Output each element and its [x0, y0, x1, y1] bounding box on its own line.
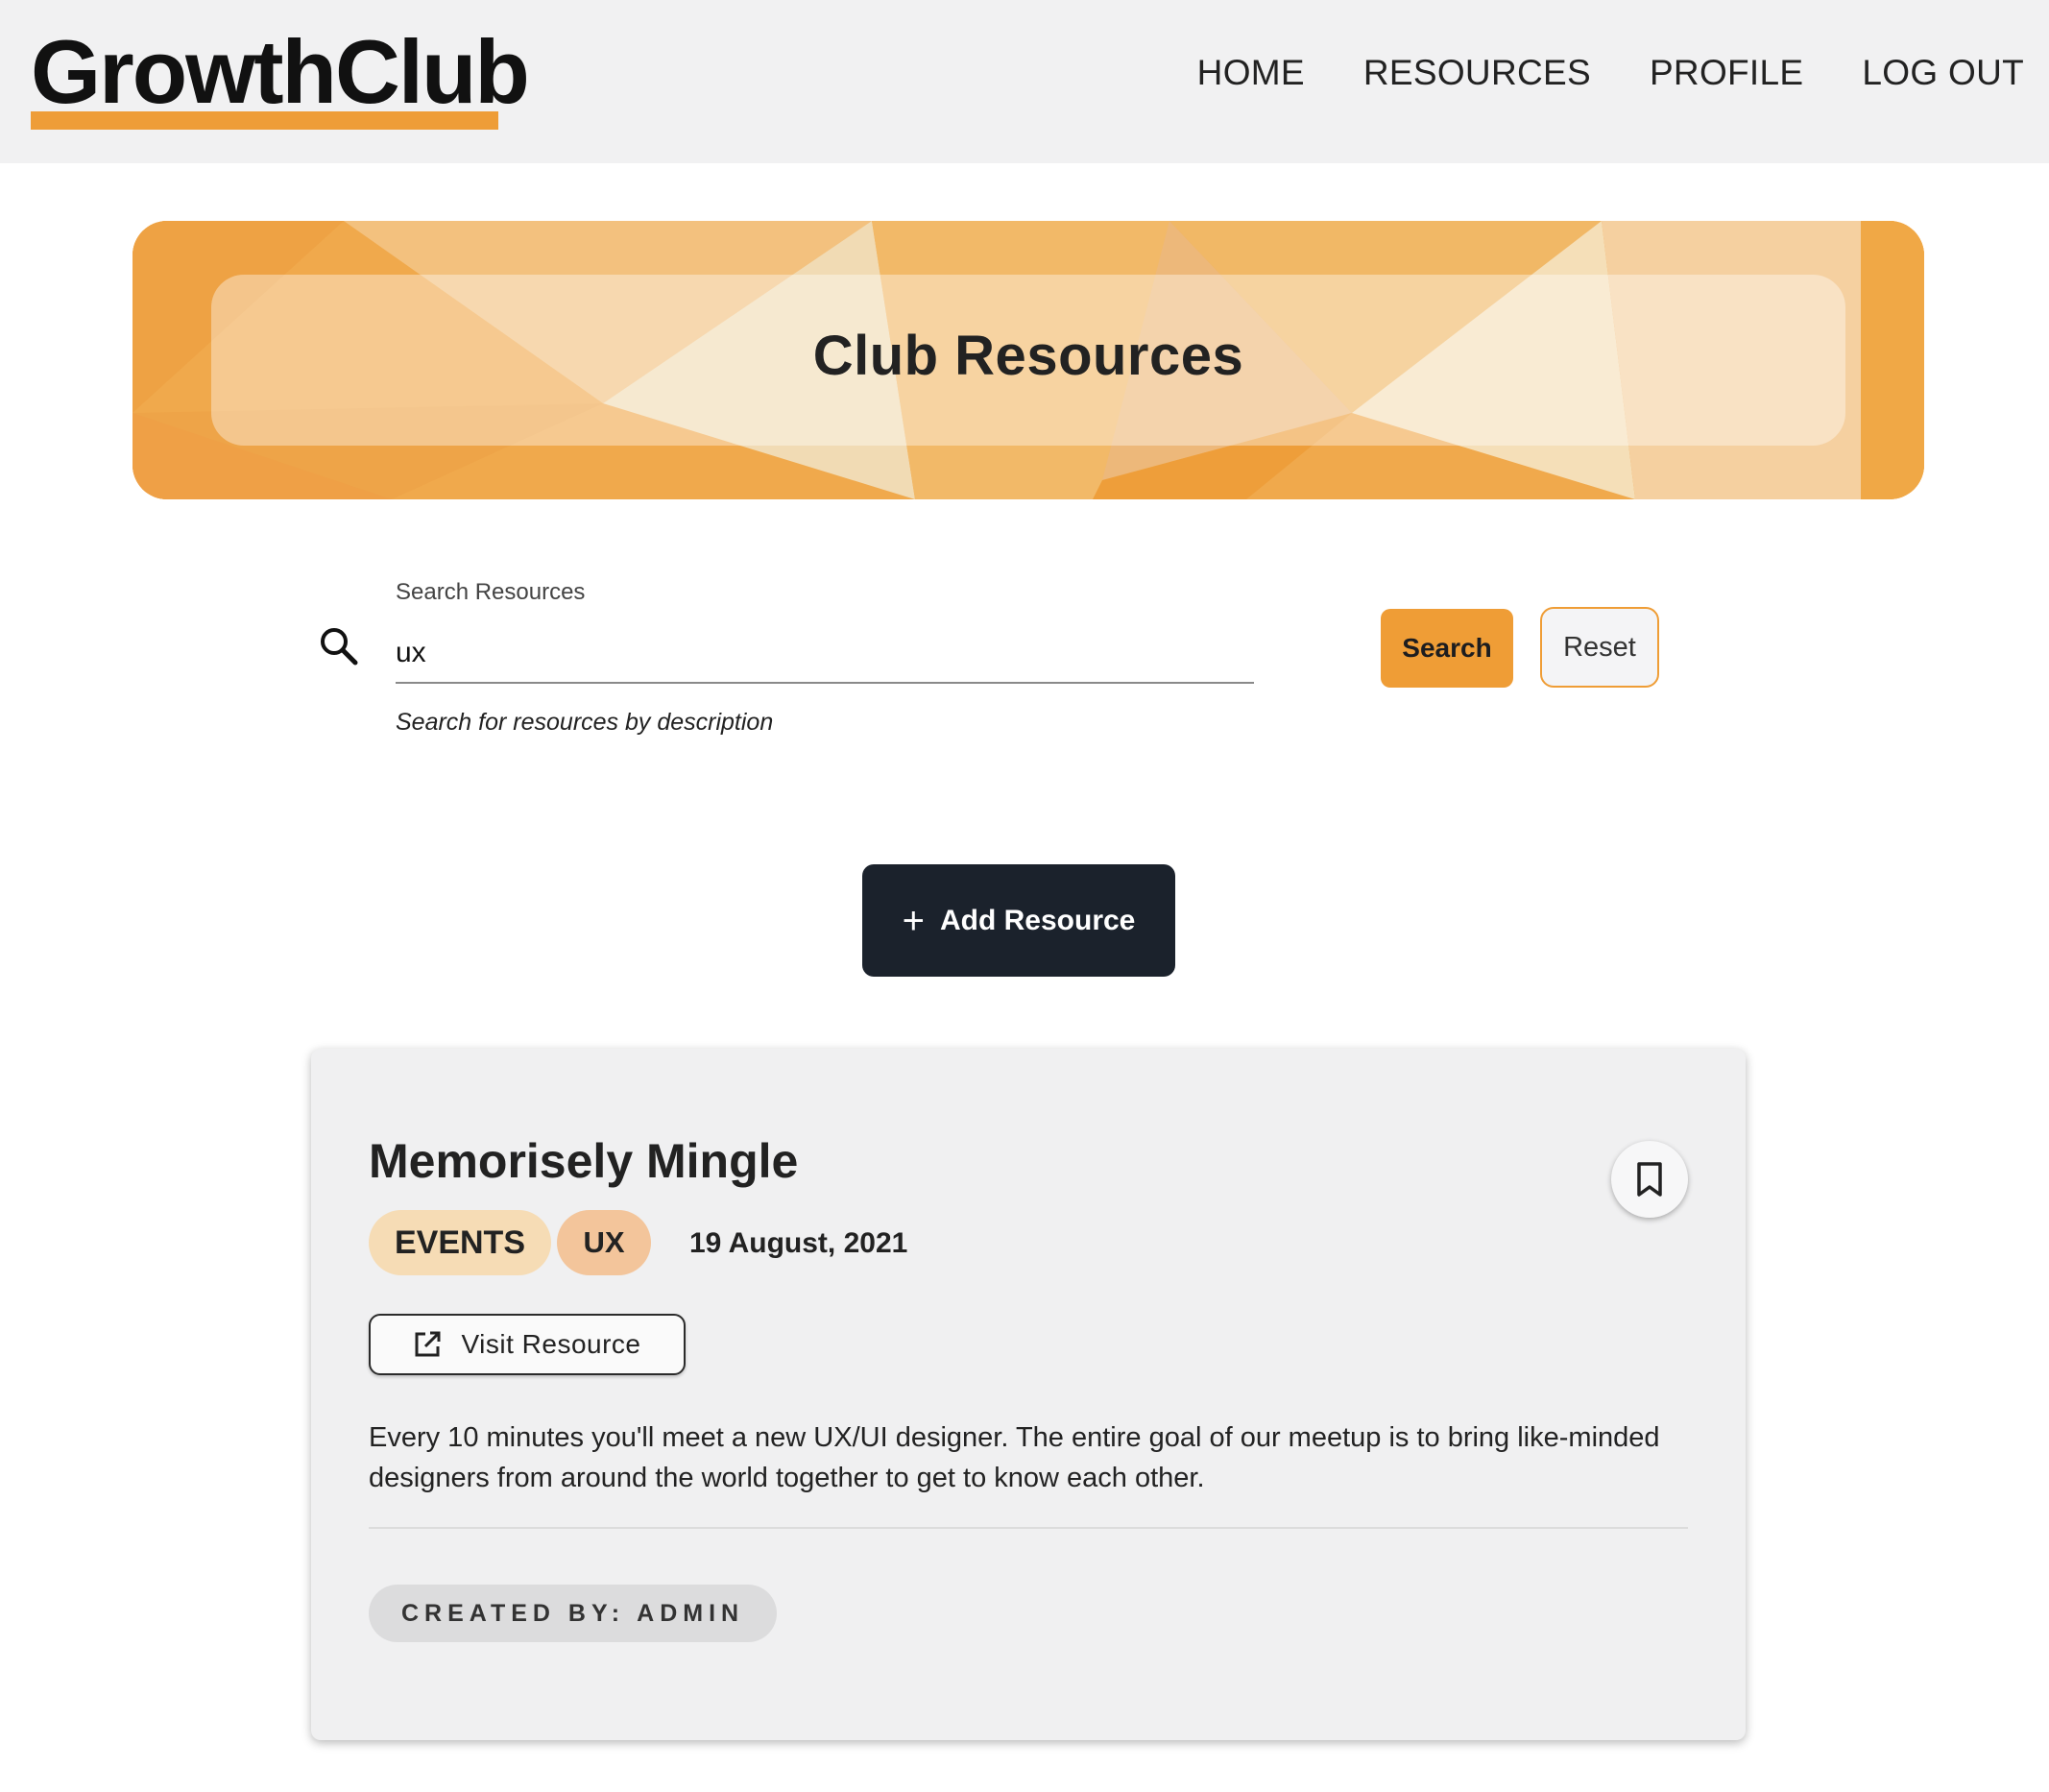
visit-resource-button[interactable]: Visit Resource — [369, 1314, 686, 1375]
created-by-badge: CREATED BY: ADMIN — [369, 1585, 778, 1642]
add-resource-button[interactable]: + Add Resource — [862, 864, 1175, 977]
bookmark-button[interactable] — [1611, 1141, 1688, 1218]
nav-resources[interactable]: RESOURCES — [1363, 54, 1591, 92]
tag-events: EVENTS — [369, 1210, 551, 1275]
external-link-icon — [415, 1331, 441, 1357]
reset-button[interactable]: Reset — [1540, 607, 1659, 688]
logo-underline — [31, 111, 498, 130]
search-icon — [321, 628, 358, 666]
search-helper-text: Search for resources by description — [396, 709, 774, 736]
search-label: Search Resources — [396, 579, 586, 605]
logo[interactable]: GrowthClub — [31, 27, 530, 117]
search-button[interactable]: Search — [1381, 609, 1513, 688]
hero-banner: Club Resources — [133, 221, 1924, 499]
visit-resource-label: Visit Resource — [461, 1329, 641, 1359]
main-nav: HOME RESOURCES PROFILE LOG OUT — [1139, 54, 2024, 92]
search-input[interactable] — [396, 624, 1254, 684]
page-title: Club Resources — [812, 325, 1244, 387]
card-divider — [369, 1527, 1688, 1529]
add-resource-label: Add Resource — [939, 904, 1136, 936]
resource-date: 19 August, 2021 — [689, 1227, 908, 1259]
bookmark-icon — [1637, 1162, 1662, 1197]
tag-ux: UX — [557, 1210, 651, 1275]
plus-icon: + — [902, 899, 925, 942]
resource-description: Every 10 minutes you'll meet a new UX/UI… — [369, 1422, 1660, 1493]
top-navigation-bar: GrowthClub HOME RESOURCES PROFILE LOG OU… — [0, 0, 2049, 163]
nav-home[interactable]: HOME — [1197, 54, 1305, 92]
nav-log-out[interactable]: LOG OUT — [1862, 54, 2024, 92]
nav-profile[interactable]: PROFILE — [1650, 54, 1803, 92]
resource-card: Memorisely Mingle EVENTS UX 19 August, 2… — [311, 1049, 1746, 1740]
resource-title: Memorisely Mingle — [369, 1134, 799, 1188]
